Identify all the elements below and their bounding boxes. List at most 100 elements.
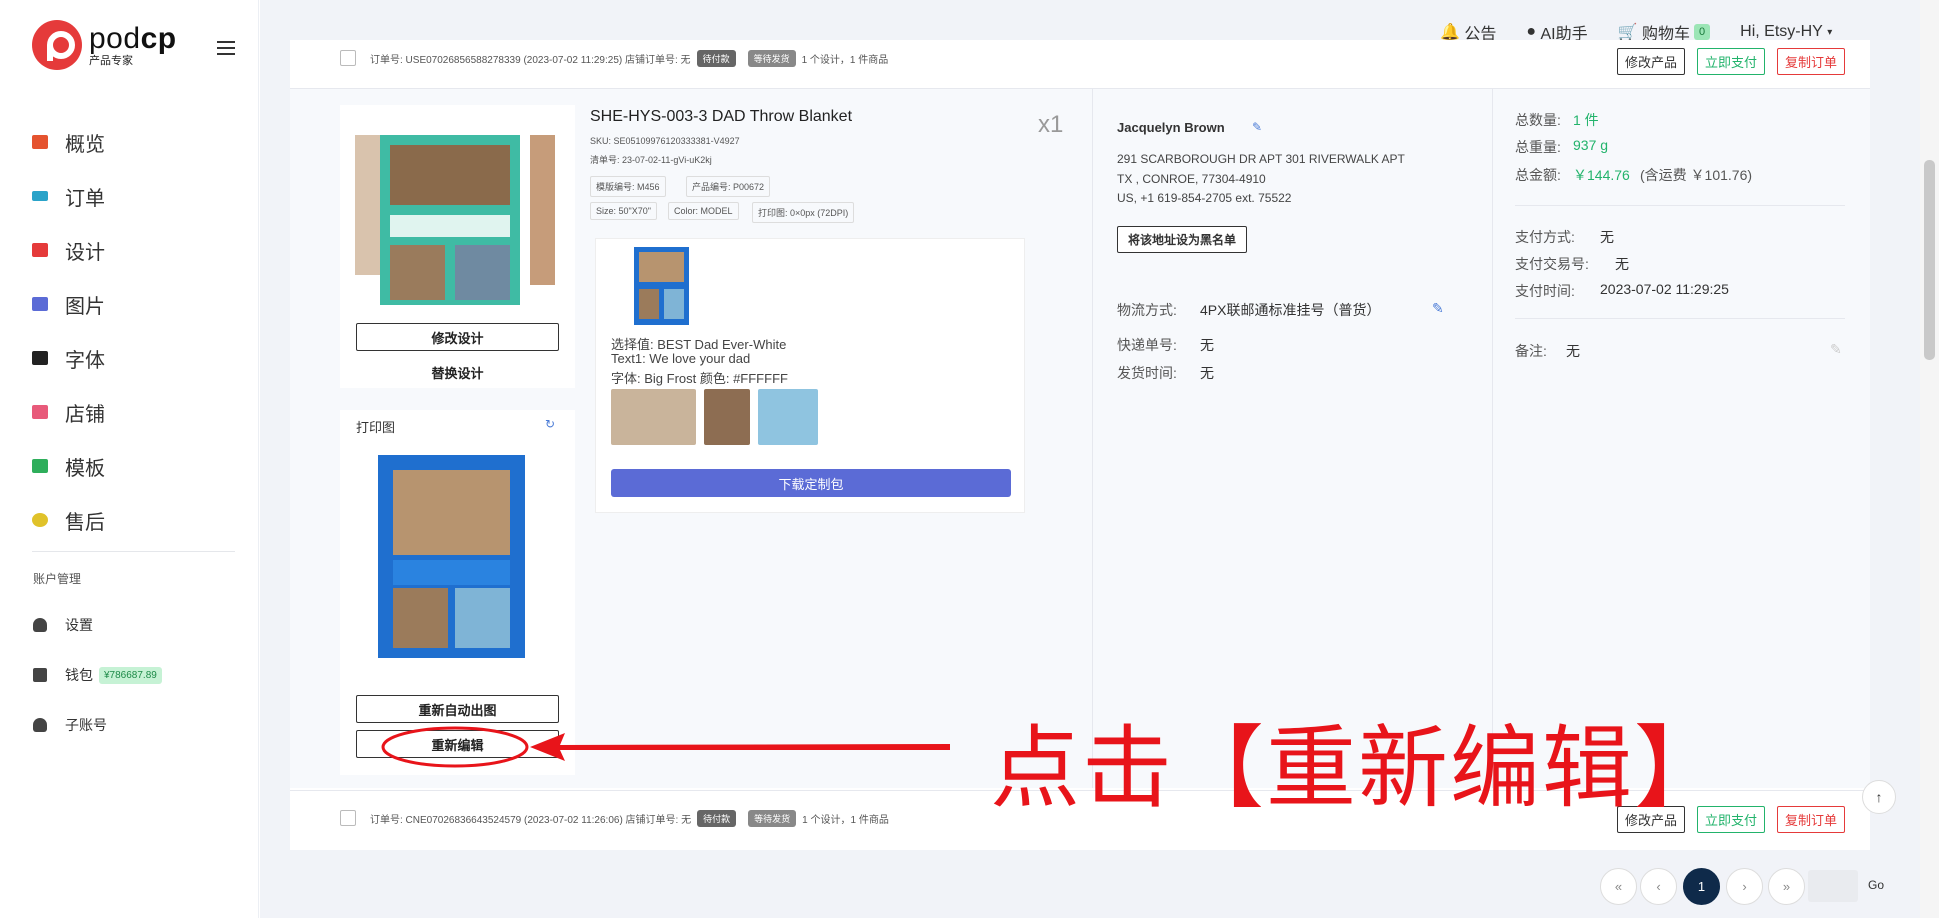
pay-method: 无: [1600, 229, 1614, 245]
total-qty: 1 件: [1573, 112, 1599, 128]
nav-label: 订单: [65, 187, 105, 210]
product-title: SHE-HYS-003-3 DAD Throw Blanket: [590, 108, 853, 125]
nav-label: 概览: [65, 133, 105, 156]
uploaded-photo: [758, 389, 818, 445]
sku-text: SKU: SE05109976120333381-V4927: [590, 136, 740, 146]
page-number-button[interactable]: 1: [1683, 868, 1720, 905]
product-quantity: x1: [1038, 111, 1064, 138]
totals-divider: [1515, 318, 1845, 319]
font-icon: [32, 351, 48, 365]
scroll-top-icon[interactable]: ↑: [1862, 780, 1896, 814]
nav-label: 店铺: [65, 403, 105, 426]
nav-label: 模板: [65, 457, 105, 480]
nav-item-wallet[interactable]: 钱包 ¥786687.89: [33, 650, 162, 700]
nav-label: 设计: [65, 241, 105, 264]
logo-mark-icon: [32, 20, 82, 70]
status-badge: 等待发货: [748, 809, 797, 827]
address-line-2: TX , CONROE, 77304-4910: [1117, 172, 1266, 186]
nav-item-aftersale[interactable]: 售后: [32, 493, 242, 547]
monitor-icon: [32, 135, 48, 149]
user-menu[interactable]: Hi, Etsy-HY ▾: [1740, 23, 1832, 41]
copy-order-button[interactable]: 复制订单: [1777, 806, 1845, 833]
order-checkbox[interactable]: [340, 810, 356, 826]
prev-page-button[interactable]: ‹: [1640, 868, 1677, 905]
blacklist-address-button[interactable]: 将该地址设为黑名单: [1117, 226, 1247, 253]
nav-item-images[interactable]: 图片: [32, 277, 242, 331]
wallet-icon: [33, 668, 47, 682]
annotation-text: 点击【重新编辑】: [990, 716, 1726, 821]
shipping-label: 物流方式:: [1117, 302, 1177, 318]
user-settings-icon: [33, 618, 47, 632]
total-weight: 937 g: [1573, 137, 1609, 153]
brand-name: pod: [89, 21, 141, 55]
refresh-icon[interactable]: ↻: [545, 417, 555, 431]
chat-icon: [32, 513, 48, 527]
option-text1: Text1: We love your dad: [611, 351, 751, 366]
total-amount: ￥144.76: [1573, 167, 1630, 183]
nav-item-stores[interactable]: 店铺: [32, 385, 242, 439]
option-font: 字体: Big Frost 颜色: #FFFFFF: [611, 371, 788, 386]
nav-item-overview[interactable]: 概览: [32, 115, 242, 169]
nav-label: 设置: [65, 617, 93, 633]
pay-no: 无: [1615, 256, 1629, 272]
nav-item-fonts[interactable]: 字体: [32, 331, 242, 385]
image-icon: [32, 297, 48, 311]
print-image-label: 打印图: [356, 420, 396, 435]
modify-design-button[interactable]: 修改设计: [356, 323, 559, 351]
order-number-text: 订单号: CNE07026836643524579 (2023-07-02 11…: [370, 814, 692, 826]
product-tag: 产品编号: P00672: [686, 176, 771, 197]
first-page-button[interactable]: «: [1600, 868, 1637, 905]
product-image: [355, 135, 555, 305]
edit-shipping-icon[interactable]: ✎: [1432, 300, 1444, 317]
status-badge: 待付款: [696, 49, 736, 67]
uploaded-photo: [704, 389, 750, 445]
next-page-button[interactable]: ›: [1726, 868, 1763, 905]
column-divider: [1092, 88, 1093, 788]
brand-subtitle: 产品专家: [89, 54, 133, 67]
download-package-button[interactable]: 下载定制包: [611, 469, 1011, 497]
nav-item-orders[interactable]: 订单: [32, 169, 242, 223]
shipping-fee-note: (含运费 ￥101.76): [1640, 167, 1753, 183]
last-page-button[interactable]: »: [1768, 868, 1805, 905]
menu-toggle-icon[interactable]: [217, 41, 235, 56]
size-tag: Size: 50"X70": [590, 202, 657, 220]
cart-icon: 🛒: [1617, 24, 1638, 41]
page-jump-input[interactable]: [1808, 870, 1858, 902]
totals-divider: [1515, 205, 1845, 206]
annotation-arrow: [381, 726, 950, 768]
logo[interactable]: podcp 产品专家: [32, 20, 177, 70]
tracking-label: 快递单号:: [1117, 337, 1177, 353]
subaccount-icon: [33, 718, 47, 732]
nav-item-subaccounts[interactable]: 子账号: [33, 700, 162, 750]
edit-product-button[interactable]: 修改产品: [1617, 48, 1685, 75]
order-checkbox[interactable]: [340, 50, 356, 66]
nav-label: 字体: [65, 349, 105, 372]
replace-design-button[interactable]: 替换设计: [356, 358, 559, 386]
order-summary: 1 个设计，1 件商品: [801, 54, 889, 66]
shirt-icon: [32, 243, 48, 257]
go-button[interactable]: Go: [1868, 878, 1884, 892]
nav-item-design[interactable]: 设计: [32, 223, 242, 277]
list-icon: [32, 191, 48, 201]
pay-now-button[interactable]: 立即支付: [1697, 48, 1765, 75]
scrollbar[interactable]: [1920, 0, 1939, 918]
nav-item-settings[interactable]: 设置: [33, 600, 162, 650]
store-icon: [32, 405, 48, 419]
nav-item-templates[interactable]: 模板: [32, 439, 242, 493]
column-divider: [1492, 88, 1493, 788]
brand-name-bold: cp: [140, 21, 177, 55]
nav-label: 子账号: [65, 717, 107, 733]
print-size-tag: 打印图: 0×0px (72DPI): [752, 202, 855, 223]
regenerate-auto-button[interactable]: 重新自动出图: [356, 695, 559, 723]
status-badge: 等待发货: [747, 49, 796, 67]
remark-label: 备注:: [1515, 343, 1547, 359]
edit-address-icon[interactable]: ✎: [1252, 120, 1262, 134]
color-tag: Color: MODEL: [668, 202, 739, 220]
print-image-preview: [378, 455, 525, 658]
order-header: 订单号: USE07026856588278339 (2023-07-02 11…: [340, 43, 888, 73]
status-badge: 待付款: [697, 809, 737, 827]
scrollbar-thumb[interactable]: [1924, 160, 1935, 360]
edit-remark-icon[interactable]: ✎: [1830, 341, 1842, 358]
cart-count-badge: 0: [1694, 24, 1711, 40]
copy-order-button[interactable]: 复制订单: [1777, 48, 1845, 75]
